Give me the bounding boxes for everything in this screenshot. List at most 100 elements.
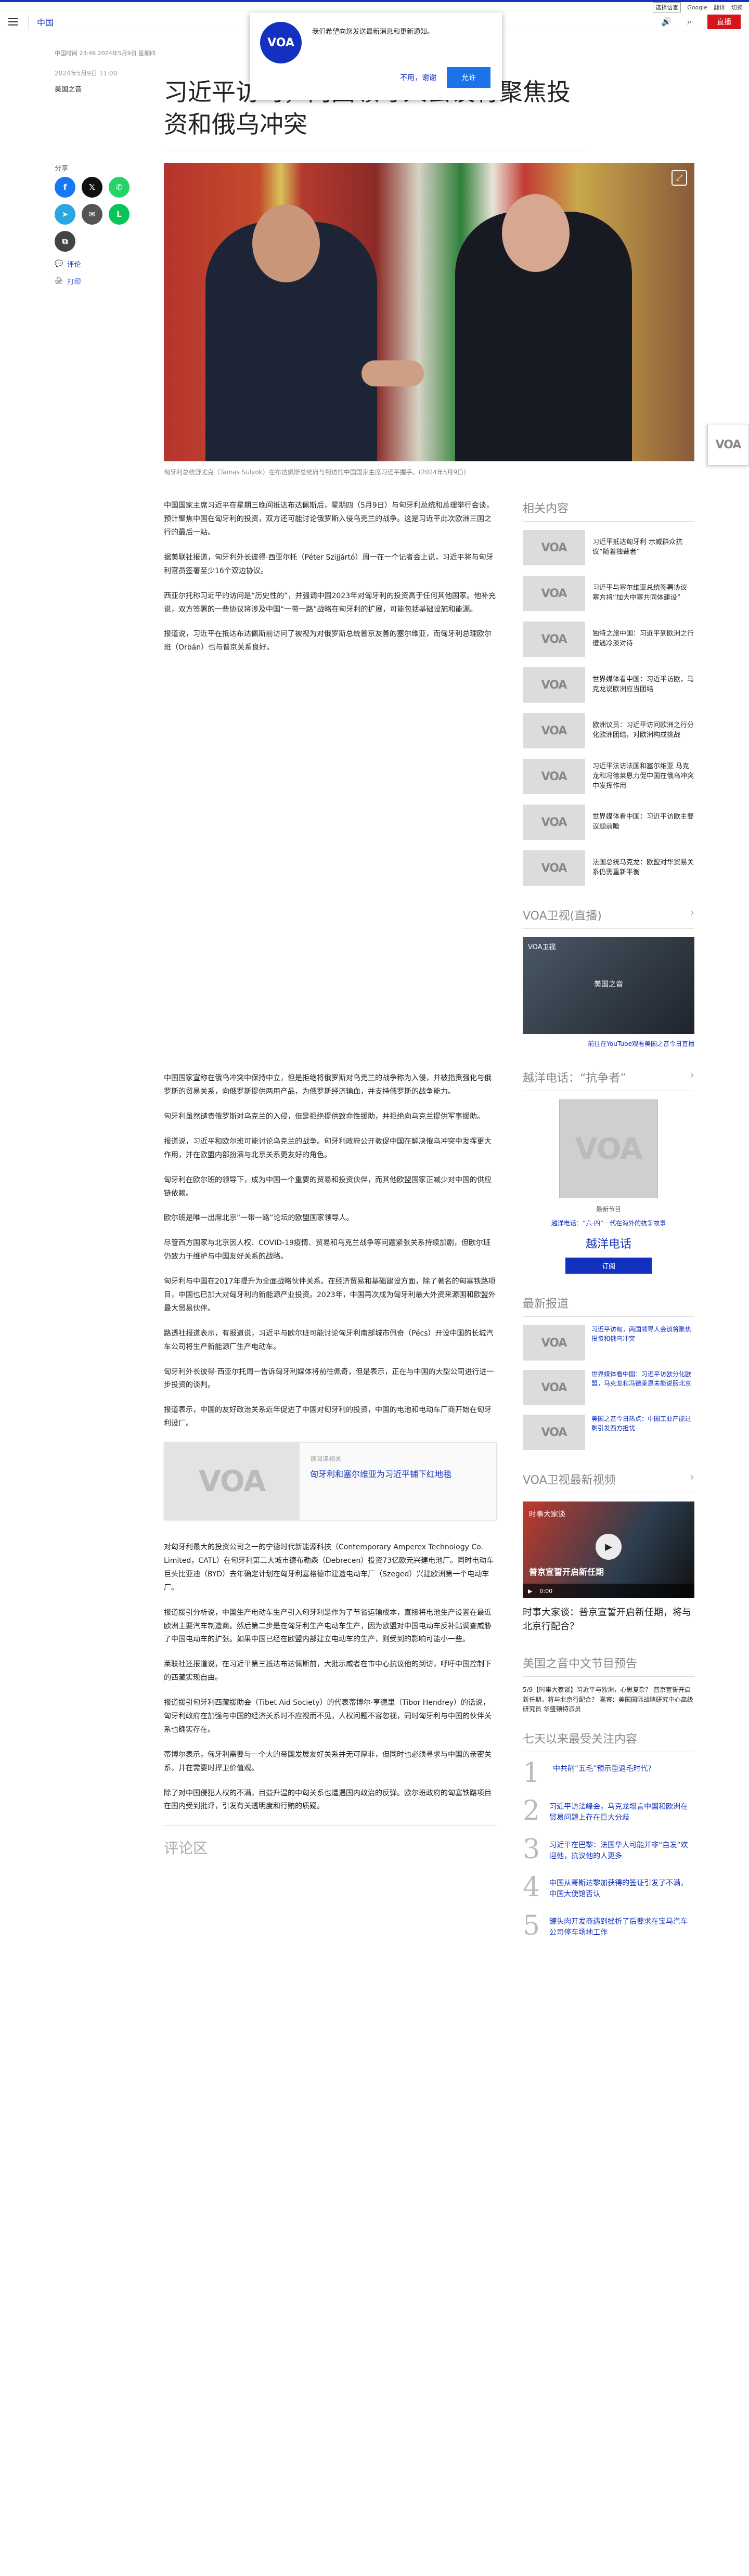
- play-icon[interactable]: ▶: [596, 1534, 622, 1560]
- telegram-share-button[interactable]: ➤: [55, 204, 75, 225]
- paragraph: 中国国家主席习近平在星期三晚间抵达布达佩斯后，星期四（5月9日）与匈牙利总统和总…: [164, 501, 494, 537]
- related-article-card[interactable]: VOA 请阅读相关 匈牙利和塞尔维亚为习近平铺下红地毯: [164, 1442, 497, 1521]
- paragraph: 蒂博尔表示，匈牙利需要与一个大的帝国发展友好关系并无可厚非，但同时也必须寻求与中…: [164, 1750, 492, 1772]
- video-title-link[interactable]: 时事大家谈：普京宣誓开启新任期，将与北京行配合？: [523, 1606, 694, 1634]
- paragraph: 报道说，习近平和欧尔班可能讨论乌克兰的战争。匈牙利政府公开敦促中国在解决俄乌冲突…: [164, 1137, 492, 1159]
- line-share-button[interactable]: L: [109, 204, 130, 225]
- paragraph: 莱联社还报道说，在习近平第三抵达布达佩斯前，大批示威者在市中心抗议他的到访，呼吁…: [164, 1660, 492, 1682]
- podcast-caption: 最新节目: [596, 1206, 621, 1213]
- chevron-right-icon: ›: [690, 1471, 694, 1484]
- podcast-episode-link[interactable]: 越洋电话：“六·四”一代在海外的抗争故事: [523, 1219, 694, 1227]
- notification-message: 我们希望向您发送最新消息和更新通知。: [312, 28, 434, 36]
- byline: 美国之音: [55, 86, 82, 94]
- voa-logo: VOA: [260, 22, 302, 63]
- ranked-item[interactable]: 5 罐头肉开发商遇到挫折了后要求在宝马汽车公司停车场地工作: [523, 1912, 694, 1939]
- latest-item[interactable]: VOA 习近平访匈，两国领导人会谈将聚焦投资和俄乌冲突: [523, 1325, 694, 1361]
- live-heading[interactable]: VOA卫视(直播) ›: [523, 907, 694, 929]
- live-video-player[interactable]: VOA卫视 美国之音: [523, 937, 694, 1034]
- switch-link[interactable]: 切换: [731, 3, 743, 11]
- expand-icon[interactable]: ⤢: [671, 170, 687, 186]
- ranked-item[interactable]: 3 习近平在巴黎：法国华人可能并非“自发”欢迎他，抗议他的人更多: [523, 1836, 694, 1863]
- related-thumbnail: VOA: [164, 1443, 300, 1520]
- live-button[interactable]: 直播: [707, 14, 741, 29]
- related-item[interactable]: VOA 欧洲议员：习近平访问欧洲之行分化欧洲团结，对欧洲构成挑战: [523, 713, 694, 749]
- podcast-heading[interactable]: 越洋电话：“抗争者” ›: [523, 1069, 694, 1092]
- paragraph: 匈牙利外长彼得·西亚尔托周一告诉匈牙利媒体将前往佩奇，但是表示，正在与中国的大型…: [164, 1367, 494, 1390]
- paragraph: 匈牙利虽然谴责俄罗斯对乌克兰的入侵，但是拒绝提供致命性援助，并拒绝向乌克兰提供军…: [164, 1112, 484, 1121]
- right-rail: 相关内容 VOA 习近平抵达匈牙利 示威群众抗议“随着独裁者” VOA 习近平与塞尔…: [523, 499, 694, 1951]
- paragraph: 据美联社报道，匈牙利外长彼得·西亚尔托（Péter Szijjártó）周一在一…: [164, 553, 494, 575]
- decline-button[interactable]: 不用，谢谢: [400, 72, 436, 83]
- email-share-button[interactable]: ✉: [82, 204, 102, 225]
- notification-prompt: VOA 我们希望向您发送最新消息和更新通知。 不用，谢谢 允许: [250, 12, 502, 100]
- x-share-button[interactable]: 𝕏: [82, 177, 102, 198]
- paragraph: 尽管西方国家与北京因人权、COVID-19疫情、贸易和乌克兰战争等问题紧张关系持…: [164, 1239, 490, 1261]
- subscribe-button[interactable]: 订阅: [565, 1258, 652, 1274]
- related-heading: 相关内容: [523, 499, 694, 522]
- print-link[interactable]: 🖨 打印: [55, 276, 164, 286]
- image-caption: 匈牙利总统舒尤克（Tamas Sulyok）在布达佩斯总统府与到访的中国国家主席…: [164, 469, 466, 476]
- ranked-heading: 七天以来最受关注内容: [523, 1730, 694, 1752]
- facebook-share-button[interactable]: f: [55, 177, 75, 198]
- publish-date: 2024年5月9日 11:00: [55, 70, 118, 77]
- paragraph: 对匈牙利最大的投资公司之一的宁德时代新能源科技（Contemporary Amp…: [164, 1543, 494, 1592]
- program-heading: 美国之音中文节目预告: [523, 1654, 694, 1677]
- comment-link[interactable]: 💬 评论: [55, 259, 164, 269]
- podcast-name[interactable]: 越洋电话: [523, 1235, 694, 1251]
- share-sidebar: 分享 f 𝕏 ✆ ➤ ✉ L ⧉ 💬 评论 🖨 打印: [55, 163, 164, 1951]
- comment-icon: 💬: [55, 260, 63, 268]
- menu-icon[interactable]: [8, 18, 18, 25]
- audio-icon[interactable]: 🔊: [661, 17, 671, 27]
- video-heading[interactable]: VOA卫视最新视频 ›: [523, 1471, 694, 1494]
- utility-strip: 选择语言 Google 翻译 切换: [0, 0, 749, 12]
- section-link[interactable]: 中国: [28, 15, 54, 28]
- paragraph: 路透社报道表示，有报道说，习近平与欧尔班可能讨论匈牙利南部城市佩奇（Pécs）开…: [164, 1329, 494, 1351]
- related-item[interactable]: VOA 习近平与塞尔维亚总统签署协议 塞方将“加大中塞共同体建设”: [523, 576, 694, 612]
- ranked-item[interactable]: 1 中共削“五毛”预示重返毛时代?: [523, 1759, 694, 1787]
- play-icon[interactable]: ▶: [528, 1588, 532, 1595]
- paragraph: 报道援引分析说，中国生产电动车生产引入匈牙利是作为了节省运输成本，直接将电池生产…: [164, 1608, 492, 1644]
- ranked-item[interactable]: 4 中国从哥斯达黎加获得的签证引发了不满，中国大使馆否认: [523, 1874, 694, 1901]
- whatsapp-share-button[interactable]: ✆: [109, 177, 130, 198]
- language-select[interactable]: 选择语言: [653, 2, 681, 12]
- share-label: 分享: [55, 165, 69, 173]
- related-title[interactable]: 匈牙利和塞尔维亚为习近平铺下红地毯: [310, 1467, 451, 1480]
- comments-heading: 评论区: [164, 1825, 497, 1858]
- related-item[interactable]: VOA 习近平法访法国和塞尔维亚 马克龙和冯德莱恩力促中国在俄乌冲突中发挥作用: [523, 759, 694, 795]
- related-item[interactable]: VOA 习近平抵达匈牙利 示威群众抗议“随着独裁者”: [523, 530, 694, 566]
- podcast-artwork[interactable]: VOA: [559, 1099, 658, 1199]
- youtube-link[interactable]: 前往在YouTube观看美国之音今日直播: [523, 1039, 694, 1048]
- paragraph: 匈牙利在欧尔班的领导下，成为中国一个重要的贸易和投资伙伴，而其他欧盟国家正减少对…: [164, 1175, 492, 1198]
- related-item[interactable]: VOA 独特之旅中国：习近平到欧洲之行遭遇冷淡对待: [523, 622, 694, 657]
- paragraph: 中国国家宣称在俄乌冲突中保持中立，但是拒绝将俄罗斯对乌克兰的战争称为入侵，并被指…: [164, 1074, 492, 1096]
- article-body: 中国国家主席习近平在星期三晚间抵达布达佩斯后，星期四（5月9日）与匈牙利总统和总…: [164, 499, 497, 1951]
- related-item[interactable]: VOA 世界媒体看中国：习近平访欧，马克龙说欧洲应当团结: [523, 667, 694, 703]
- paragraph: 欧尔班是唯一出席北京“一带一路”论坛的欧盟国家领导人。: [164, 1214, 354, 1223]
- paragraph: 匈牙利与中国在2017年提升为全面战略伙伴关系。在经济贸易和基础建设方面，除了著…: [164, 1277, 496, 1313]
- paragraph: 除了对中国侵犯人权的不满，目益升温的中匈关系也遭遇国内政治的反弹。欧尔班政府的匈…: [164, 1789, 492, 1811]
- search-icon[interactable]: ⌕: [687, 17, 692, 27]
- podcast-box: VOA 最新节目 越洋电话：“六·四”一代在海外的抗争故事 越洋电话 订阅: [523, 1099, 694, 1274]
- latest-item[interactable]: VOA 美国之音今日热点：中国工业产能过剩引发西方担忧: [523, 1415, 694, 1451]
- related-item[interactable]: VOA 法国总统马克龙：欧盟对华贸易关系仍需重新平衡: [523, 850, 694, 886]
- copy-link-button[interactable]: ⧉: [55, 231, 75, 252]
- latest-video-player[interactable]: 时事大家谈 ▶ 普京宣誓开启新任期 ▶ 0:00: [523, 1501, 694, 1599]
- hero-image: ⤢: [164, 163, 694, 462]
- latest-item[interactable]: VOA 世界媒体看中国：习近平访欧分化欧盟，马克龙和冯德莱恩未能说服北京: [523, 1370, 694, 1406]
- voa-logo: VOA: [715, 438, 742, 451]
- google-link[interactable]: Google: [687, 4, 707, 11]
- related-kicker: 请阅读相关: [310, 1455, 342, 1463]
- print-icon: 🖨: [55, 277, 63, 286]
- floating-voa-tab[interactable]: VOA: [707, 424, 749, 465]
- translate-link[interactable]: 翻译: [714, 3, 725, 11]
- program-text: 5/9【时事大家谈】习近平与欧洲，心思复杂？ 普京宣誓开启新任期，将与北京行配合…: [523, 1686, 693, 1713]
- video-controls[interactable]: ▶ 0:00: [523, 1584, 694, 1599]
- chevron-right-icon: ›: [690, 1069, 694, 1082]
- related-item[interactable]: VOA 世界媒体看中国：习近平访欧主要议题前瞻: [523, 805, 694, 840]
- paragraph: 报道表示，中国的友好政治关系近年促进了中国对匈牙利的投资，中国的电池和电动车厂商…: [164, 1406, 492, 1428]
- paragraph: 西亚尔托称习近平的访问是“历史性的”，并强调中国2023年对匈牙利的投资高于任何…: [164, 591, 496, 614]
- chevron-right-icon: ›: [690, 907, 694, 920]
- ranked-item[interactable]: 2 习近平访法峰会，马克龙坦言中国和欧洲在贸易问题上存在巨大分歧: [523, 1797, 694, 1824]
- paragraph: 报道说，习近平在抵达布达佩斯前访问了被视为对俄罗斯总统普京友善的塞尔维亚，而匈牙…: [164, 630, 492, 652]
- allow-button[interactable]: 允许: [447, 67, 490, 88]
